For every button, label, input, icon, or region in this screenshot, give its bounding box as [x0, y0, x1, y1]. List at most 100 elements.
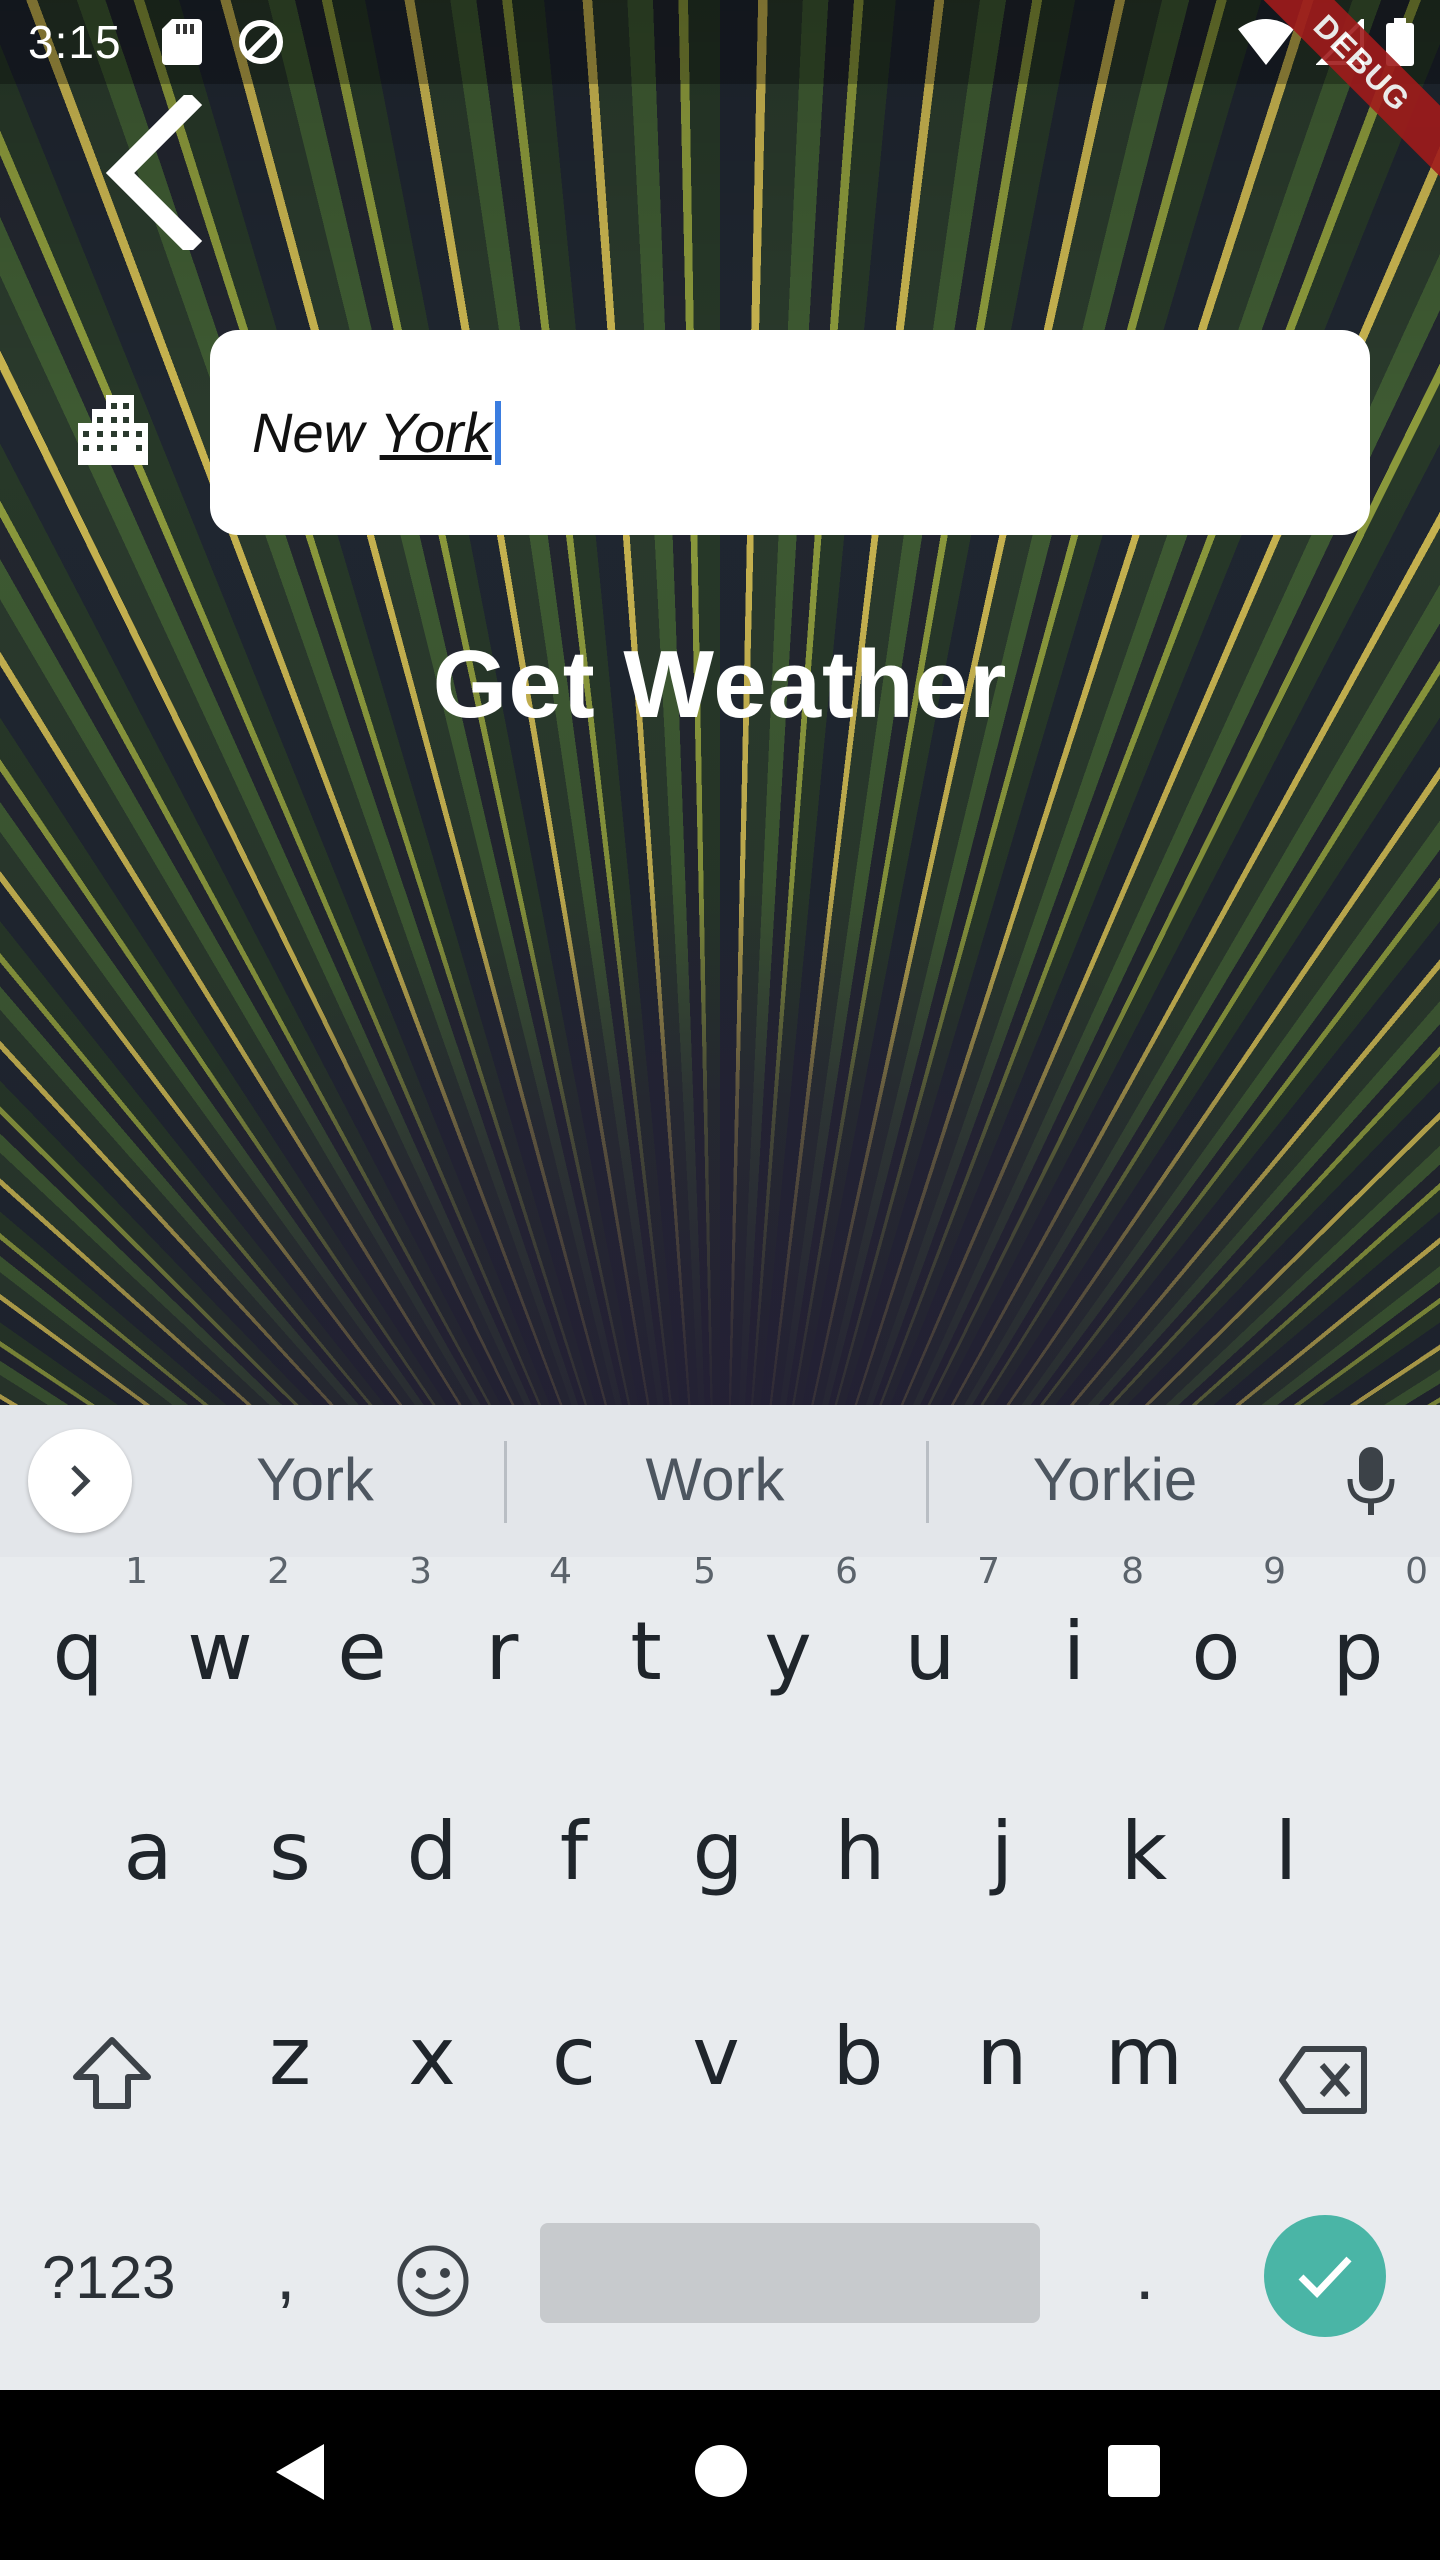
city-input-text: New: [252, 401, 380, 464]
get-weather-button[interactable]: Get Weather: [0, 630, 1440, 740]
keyboard-expand-button[interactable]: [28, 1429, 132, 1533]
key-label: r: [485, 1605, 519, 1698]
key-number-hint: 7: [977, 1551, 1000, 1592]
key-number-hint: 1: [125, 1551, 148, 1592]
key-number-hint: 8: [1121, 1551, 1144, 1592]
key-label: e: [337, 1605, 387, 1698]
suggestion-1[interactable]: York: [190, 1445, 440, 1514]
suggestion-divider: [926, 1441, 929, 1523]
enter-done-key[interactable]: [1264, 2215, 1386, 2337]
key-number-hint: 3: [409, 1551, 432, 1592]
city-name-input[interactable]: New York: [210, 330, 1370, 535]
key-p[interactable]: p0: [1318, 1551, 1428, 1698]
key-label: t: [630, 1605, 662, 1698]
backspace-key[interactable]: [1278, 2045, 1370, 2120]
key-n[interactable]: n: [962, 2010, 1042, 2103]
nav-back-button[interactable]: [272, 2442, 328, 2507]
space-key[interactable]: [540, 2223, 1040, 2323]
key-label: u: [904, 1605, 956, 1698]
key-j[interactable]: j: [962, 1805, 1042, 1898]
key-number-hint: 9: [1263, 1551, 1286, 1592]
key-y[interactable]: y6: [748, 1551, 858, 1698]
status-bar: 3:15: [0, 0, 1440, 84]
shift-icon: [73, 2037, 151, 2109]
weather-app-screen: 3:15 DEBUG New York Get Weather: [0, 0, 1440, 1405]
suggestion-3[interactable]: Yorkie: [985, 1445, 1245, 1514]
key-label: q: [52, 1605, 104, 1698]
key-t[interactable]: t5: [606, 1551, 716, 1698]
key-o[interactable]: o9: [1176, 1551, 1286, 1698]
key-r[interactable]: r4: [462, 1551, 572, 1698]
key-a[interactable]: a: [108, 1805, 188, 1898]
key-label: p: [1332, 1605, 1384, 1698]
key-label: n: [976, 2010, 1028, 2103]
emoji-key[interactable]: [395, 2243, 471, 2324]
suggestion-bar: York Work Yorkie: [0, 1405, 1440, 1557]
comma-key[interactable]: ,: [276, 2235, 295, 2315]
text-cursor: [494, 400, 501, 465]
key-label: g: [692, 1805, 744, 1898]
key-label: x: [408, 2010, 456, 2103]
key-label: s: [269, 1805, 311, 1898]
city-icon: [78, 395, 148, 465]
key-d[interactable]: d: [392, 1805, 472, 1898]
key-label: z: [269, 2010, 311, 2103]
key-label: j: [990, 1805, 1014, 1898]
key-label: y: [764, 1605, 812, 1698]
key-label: d: [406, 1805, 458, 1898]
city-input-composing-text: York: [379, 401, 492, 464]
key-q[interactable]: q1: [38, 1551, 148, 1698]
suggestion-divider: [504, 1441, 507, 1523]
key-c[interactable]: c: [534, 2010, 614, 2103]
key-k[interactable]: k: [1104, 1805, 1184, 1898]
checkmark-icon: [1298, 2256, 1352, 2299]
key-number-hint: 0: [1405, 1551, 1428, 1592]
key-s[interactable]: s: [250, 1805, 330, 1898]
key-label: h: [834, 1805, 886, 1898]
key-number-hint: 5: [693, 1551, 716, 1592]
symbols-key[interactable]: ?123: [42, 2243, 175, 2312]
key-h[interactable]: h: [820, 1805, 900, 1898]
key-i[interactable]: i8: [1034, 1551, 1144, 1698]
emoji-icon: [397, 2245, 469, 2317]
key-f[interactable]: f: [534, 1805, 614, 1898]
key-label: v: [692, 2010, 740, 2103]
chevron-right-icon: [71, 1465, 91, 1497]
period-key[interactable]: .: [1135, 2235, 1154, 2315]
nav-home-button[interactable]: [695, 2445, 747, 2497]
key-label: c: [552, 2010, 596, 2103]
nav-recents-button[interactable]: [1108, 2445, 1160, 2497]
data-saver-icon: [236, 17, 286, 67]
status-time: 3:15: [28, 16, 122, 68]
key-label: f: [559, 1805, 589, 1898]
key-v[interactable]: v: [676, 2010, 756, 2103]
sd-card-icon: [161, 19, 202, 65]
key-b[interactable]: b: [818, 2010, 898, 2103]
shift-key[interactable]: [70, 2035, 154, 2116]
key-number-hint: 4: [549, 1551, 572, 1592]
key-label: a: [123, 1805, 173, 1898]
navigation-bar: [0, 2390, 1440, 2560]
back-button[interactable]: [100, 90, 210, 256]
key-label: b: [832, 2010, 884, 2103]
key-x[interactable]: x: [392, 2010, 472, 2103]
key-label: l: [1274, 1805, 1298, 1898]
key-m[interactable]: m: [1104, 2010, 1184, 2103]
key-u[interactable]: u7: [890, 1551, 1000, 1698]
key-label: o: [1191, 1605, 1241, 1698]
key-w[interactable]: w2: [180, 1551, 290, 1698]
wifi-icon: [1238, 19, 1294, 70]
key-label: i: [1062, 1605, 1086, 1698]
key-label: w: [187, 1605, 253, 1698]
key-number-hint: 2: [267, 1551, 290, 1592]
key-z[interactable]: z: [250, 2010, 330, 2103]
key-l[interactable]: l: [1246, 1805, 1326, 1898]
microphone-icon[interactable]: [1346, 1447, 1396, 1522]
suggestion-2[interactable]: Work: [590, 1445, 840, 1514]
back-arrow-icon: [105, 90, 203, 256]
key-e[interactable]: e3: [322, 1551, 432, 1698]
key-label: k: [1120, 1805, 1168, 1898]
key-label: m: [1105, 2010, 1183, 2103]
key-g[interactable]: g: [678, 1805, 758, 1898]
soft-keyboard: York Work Yorkie q1w2e3r4t5y6u7i8o9p0 as…: [0, 1405, 1440, 2390]
